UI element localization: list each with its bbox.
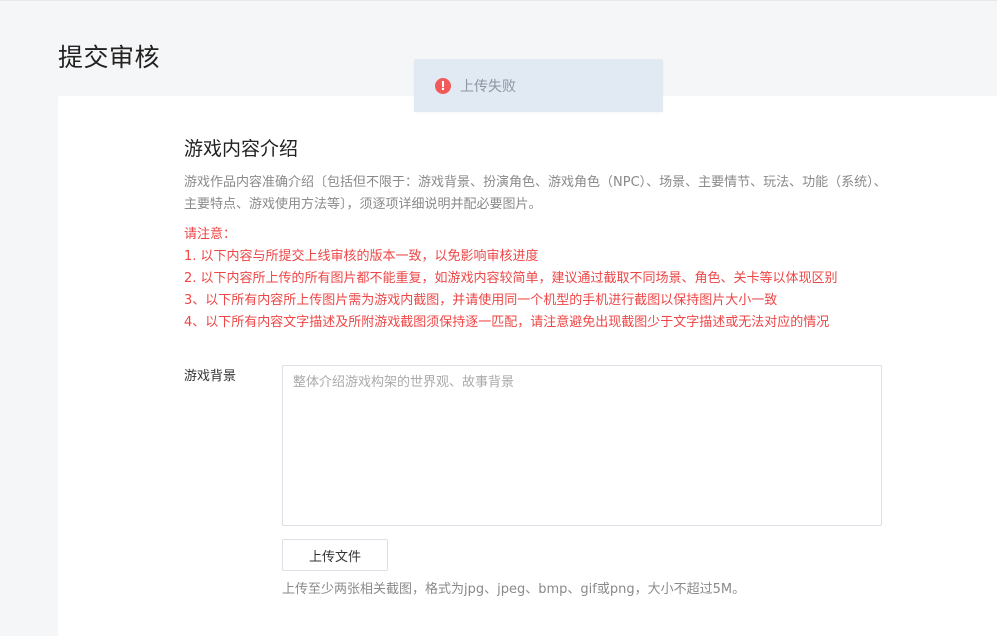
- content-card: 游戏内容介绍 游戏作品内容准确介绍〔包括但不限于：游戏背景、扮演角色、游戏角色（…: [58, 96, 997, 636]
- notice-item-1: 1. 以下内容与所提交上线审核的版本一致，以免影响审核进度: [184, 249, 539, 264]
- background-textarea[interactable]: [282, 365, 882, 526]
- background-label: 游戏背景: [184, 369, 237, 384]
- notice-item-3: 3、以下所有内容所上传图片需为游戏内截图，并请使用同一个机型的手机进行截图以保持…: [184, 293, 778, 308]
- notice-title: 请注意：: [184, 227, 237, 242]
- notice-item-2: 2. 以下内容所上传的所有图片都不能重复，如游戏内容较简单，建议通过截取不同场景…: [184, 271, 838, 286]
- error-toast: ! 上传失败: [414, 59, 663, 112]
- notice-item-4: 4、以下所有内容文字描述及所附游戏截图须保持逐一匹配，请注意避免出现截图少于文字…: [184, 315, 830, 330]
- upload-hint: 上传至少两张相关截图，格式为jpg、jpeg、bmp、gif或png，大小不超过…: [282, 582, 746, 597]
- section-description: 游戏作品内容准确介绍〔包括但不限于：游戏背景、扮演角色、游戏角色（NPC）、场景…: [184, 175, 887, 212]
- top-divider: [0, 0, 997, 1]
- page-title: 提交审核: [58, 43, 161, 72]
- section-title: 游戏内容介绍: [184, 138, 299, 160]
- notice-block: 请注意： 1. 以下内容与所提交上线审核的版本一致，以免影响审核进度 2. 以下…: [184, 224, 904, 334]
- toast-message: 上传失败: [460, 78, 516, 95]
- upload-file-button[interactable]: 上传文件: [282, 539, 388, 571]
- error-icon: !: [435, 77, 451, 94]
